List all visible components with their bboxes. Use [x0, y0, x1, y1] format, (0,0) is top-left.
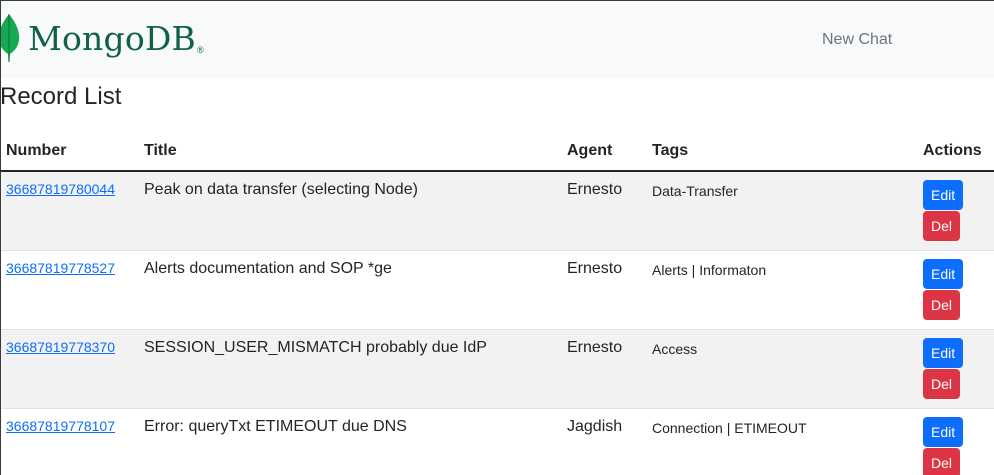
cell-number: 36687819778370 [1, 329, 138, 409]
record-number-link[interactable]: 36687819778107 [6, 418, 115, 434]
cell-actions: Edit Del [917, 250, 994, 330]
table-row: 36687819778370 SESSION_USER_MISMATCH pro… [1, 329, 994, 409]
brand-logo[interactable]: MongoDB ® [1, 13, 204, 63]
mongodb-leaf-icon [1, 13, 20, 62]
navbar: MongoDB ® New Chat [1, 1, 994, 78]
page-title: Record List [0, 83, 122, 110]
header-title: Title [138, 131, 561, 172]
cell-number: 36687819778107 [1, 408, 138, 475]
cell-number: 36687819780044 [1, 171, 138, 251]
edit-button[interactable]: Edit [923, 258, 964, 289]
record-number-link[interactable]: 36687819778527 [6, 260, 115, 276]
cell-agent: Ernesto [561, 171, 646, 251]
delete-button[interactable]: Del [923, 447, 961, 475]
cell-actions: Edit Del [917, 329, 994, 409]
header-number: Number [1, 131, 138, 172]
cell-agent: Jagdish [561, 408, 646, 475]
header-tags: Tags [646, 131, 917, 172]
nav-link-new-chat[interactable]: New Chat [822, 31, 892, 49]
cell-title: Peak on data transfer (selecting Node) [138, 171, 561, 251]
cell-actions: Edit Del [917, 171, 994, 251]
cell-agent: Ernesto [561, 329, 646, 409]
table-row: 36687819780044 Peak on data transfer (se… [1, 171, 994, 251]
table-row: 36687819778527 Alerts documentation and … [1, 250, 994, 330]
cell-title: Error: queryTxt ETIMEOUT due DNS [138, 408, 561, 475]
cell-tags: Access [646, 329, 917, 409]
delete-button[interactable]: Del [923, 368, 961, 399]
cell-agent: Ernesto [561, 250, 646, 330]
app-window: MongoDB ® New Chat Record List Number Ti… [0, 0, 994, 475]
cell-tags: Connection | ETIMEOUT [646, 408, 917, 475]
cell-title: SESSION_USER_MISMATCH probably due IdP [138, 329, 561, 409]
cell-tags: Alerts | Informaton [646, 250, 917, 330]
record-number-link[interactable]: 36687819778370 [6, 339, 115, 355]
edit-button[interactable]: Edit [923, 180, 964, 210]
cell-number: 36687819778527 [1, 250, 138, 330]
cell-title: Alerts documentation and SOP *ge [138, 250, 561, 330]
brand-name: MongoDB [28, 18, 197, 58]
delete-button[interactable]: Del [923, 289, 961, 320]
cell-tags: Data-Transfer [646, 171, 917, 251]
edit-button[interactable]: Edit [923, 416, 964, 447]
table-header-row: Number Title Agent Tags Actions [1, 131, 994, 172]
brand-registered-mark: ® [197, 45, 204, 55]
record-number-link[interactable]: 36687819780044 [6, 181, 115, 197]
table-row: 36687819778107 Error: queryTxt ETIMEOUT … [1, 408, 994, 475]
edit-button[interactable]: Edit [923, 337, 964, 368]
delete-button[interactable]: Del [923, 211, 961, 241]
records-table: Number Title Agent Tags Actions 36687819… [1, 131, 994, 475]
cell-actions: Edit Del [917, 408, 994, 475]
header-actions: Actions [917, 131, 994, 172]
header-agent: Agent [561, 131, 646, 172]
